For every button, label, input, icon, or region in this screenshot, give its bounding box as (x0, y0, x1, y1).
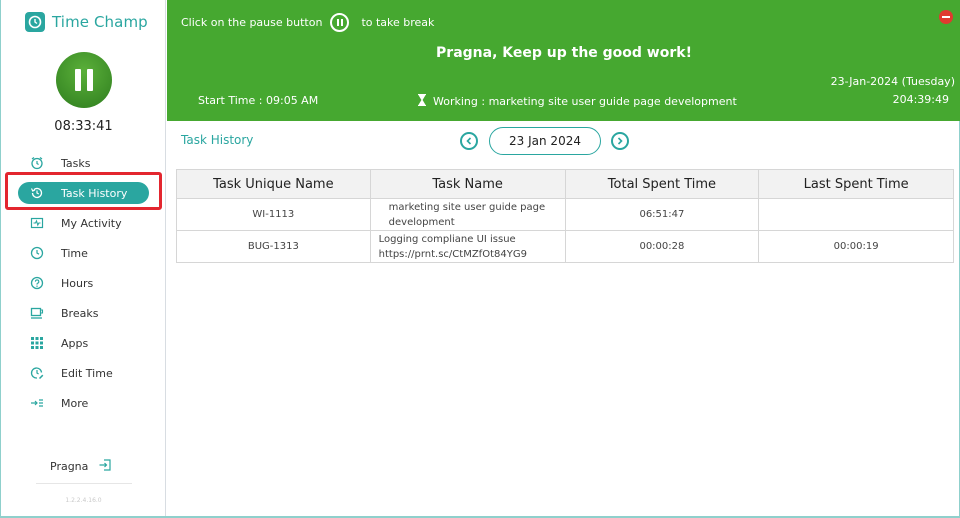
current-date: 23-Jan-2024 (Tuesday) (830, 75, 955, 88)
sidebar-item-hours[interactable]: Hours (1, 268, 166, 298)
total-time: 204:39:49 (892, 93, 949, 106)
sidebar-item-label: Time (61, 246, 88, 260)
date-picker[interactable]: 23 Jan 2024 (489, 127, 601, 155)
logo-clock-icon (25, 12, 45, 32)
hint-prefix: Click on the pause button (181, 16, 323, 29)
time-champ-window: Time Champ 08:33:41 Tasks Task History M… (0, 0, 960, 518)
hint-suffix: to take break (361, 16, 435, 29)
sidebar-item-breaks[interactable]: Breaks (1, 298, 166, 328)
coffee-icon (29, 305, 45, 321)
total-spent-time: 06:51:47 (564, 198, 760, 231)
sidebar-item-apps[interactable]: Apps (1, 328, 166, 358)
next-date-button[interactable] (611, 132, 629, 150)
app-version: 1.2.2.4.16.0 (65, 497, 102, 504)
pause-hint-icon (330, 13, 350, 32)
sidebar-item-label: My Activity (61, 216, 122, 230)
motivation-text: Pragna, Keep up the good work! (436, 45, 692, 61)
alarm-clock-icon (29, 155, 45, 171)
activity-icon (29, 215, 45, 231)
task-unique-name: BUG-1313 (176, 230, 371, 263)
minimize-button[interactable] (939, 10, 953, 24)
app-logo: Time Champ (25, 12, 148, 32)
working-status: Working : marketing site user guide page… (417, 94, 737, 109)
history-icon (29, 185, 45, 201)
hourglass-icon (417, 94, 427, 109)
pause-button[interactable] (56, 52, 112, 108)
prev-date-button[interactable] (460, 132, 478, 150)
sidebar-item-label: More (61, 396, 89, 410)
sidebar-item-edit-time[interactable]: Edit Time (1, 358, 166, 388)
start-time: Start Time : 09:05 AM (198, 94, 319, 107)
sidebar-item-label: Hours (61, 276, 94, 290)
column-header: Task Unique Name (176, 169, 371, 199)
sidebar-item-my-activity[interactable]: My Activity (1, 208, 166, 238)
task-unique-name: WI-1113 (176, 198, 371, 231)
sidebar-item-label: Task History (61, 186, 128, 200)
user-info: Pragna (50, 458, 112, 475)
edit-time-icon (29, 365, 45, 381)
working-task: Working : marketing site user guide page… (433, 95, 737, 108)
task-history-table: Task Unique Name Task Name Total Spent T… (176, 169, 954, 263)
table-header-row: Task Unique Name Task Name Total Spent T… (176, 169, 954, 199)
sidebar-item-label: Tasks (61, 156, 91, 170)
last-spent-time (758, 198, 954, 231)
divider (36, 483, 132, 484)
sidebar-item-time[interactable]: Time (1, 238, 166, 268)
sidebar: Time Champ 08:33:41 Tasks Task History M… (1, 0, 166, 516)
page-title: Task History (181, 133, 254, 147)
column-header: Task Name (369, 169, 566, 199)
column-header: Last Spent Time (758, 169, 954, 199)
apps-grid-icon (29, 335, 45, 351)
clock-icon (29, 245, 45, 261)
sidebar-item-label: Edit Time (61, 366, 113, 380)
total-spent-time: 00:00:28 (564, 230, 760, 263)
question-circle-icon (29, 275, 45, 291)
user-name: Pragna (50, 460, 89, 473)
more-icon (29, 395, 45, 411)
table-row[interactable]: WI-1113 marketing site user guide page d… (176, 198, 954, 231)
break-hint: Click on the pause button to take break (181, 13, 434, 32)
column-header: Total Spent Time (564, 169, 760, 199)
status-header: Click on the pause button to take break … (167, 0, 960, 121)
app-name: Time Champ (52, 13, 148, 31)
sidebar-item-more[interactable]: More (1, 388, 166, 418)
sidebar-item-label: Breaks (61, 306, 99, 320)
last-spent-time: 00:00:19 (758, 230, 954, 263)
session-timer: 08:33:41 (54, 119, 113, 134)
task-name: Logging compliane UI issue https://prnt.… (369, 230, 566, 263)
sidebar-item-label: Apps (61, 336, 89, 350)
table-row[interactable]: BUG-1313 Logging compliane UI issue http… (176, 230, 954, 263)
logout-icon[interactable] (98, 458, 112, 475)
task-name: marketing site user guide page developme… (369, 198, 566, 231)
